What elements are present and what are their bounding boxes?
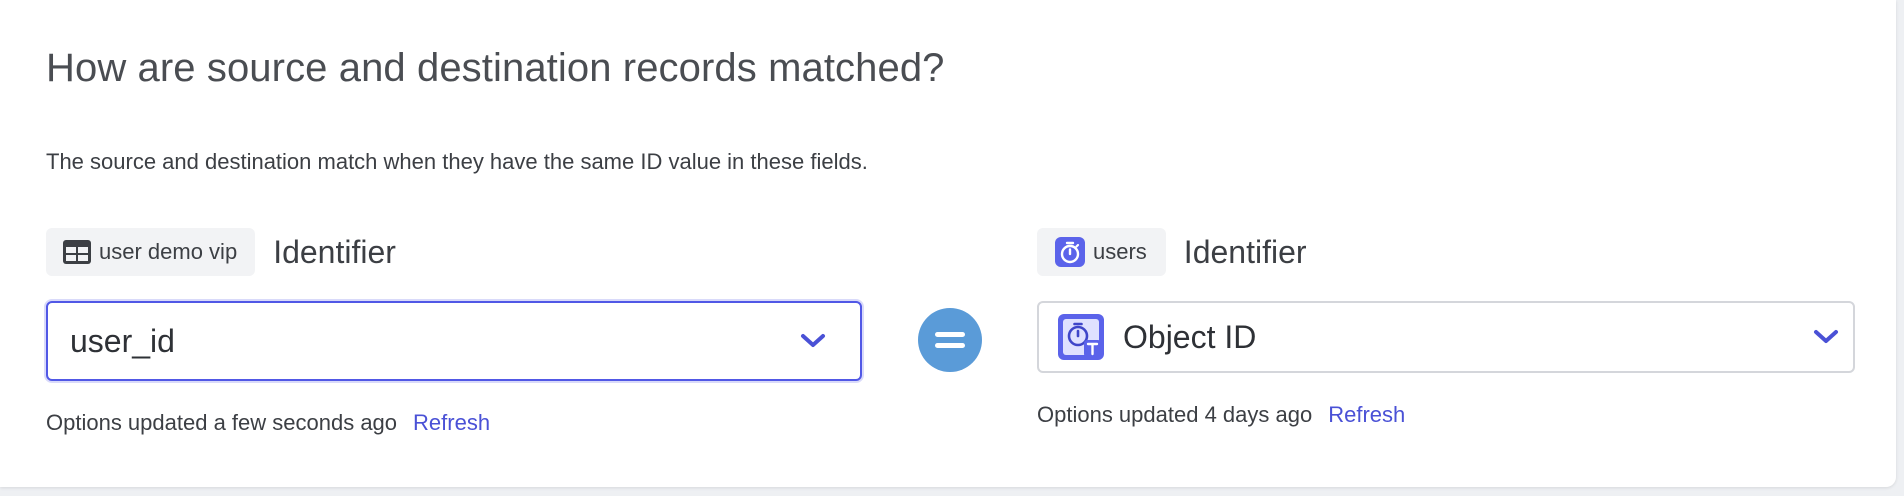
section-heading: How are source and destination records m… (46, 46, 945, 90)
source-model-chip: user demo vip (46, 228, 256, 276)
equals-icon (918, 308, 982, 372)
chevron-down-icon (800, 333, 826, 349)
table-icon (63, 240, 91, 264)
destination-object-chip: users (1037, 228, 1166, 276)
destination-label-row: users Identifier (1037, 228, 1855, 276)
section-description: The source and destination match when th… (46, 149, 868, 174)
destination-options-status: Options updated 4 days ago (1037, 402, 1313, 427)
object-id-field-icon (1057, 313, 1105, 361)
destination-object-name: users (1093, 239, 1147, 264)
source-label-row: user demo vip Identifier (46, 228, 862, 276)
destination-options-status-row: Options updated 4 days ago Refresh (1037, 402, 1405, 428)
source-identifier-select[interactable]: user_id (46, 301, 862, 381)
destination-identifier-select[interactable]: Object ID (1037, 301, 1855, 373)
source-refresh-link[interactable]: Refresh (413, 410, 490, 436)
destination-refresh-link[interactable]: Refresh (1328, 402, 1405, 428)
source-identifier-label: Identifier (273, 233, 396, 270)
destination-column: users Identifier Object ID Options updat… (1037, 228, 1855, 427)
source-options-status-row: Options updated a few seconds ago Refres… (46, 410, 490, 436)
destination-selected-value: Object ID (1123, 318, 1257, 355)
source-model-name: user demo vip (99, 239, 238, 264)
source-selected-value: user_id (70, 322, 175, 359)
chevron-down-icon (1813, 329, 1839, 345)
destination-identifier-label: Identifier (1183, 233, 1307, 270)
source-column: user demo vip Identifier user_id Options… (46, 228, 862, 435)
stopwatch-icon (1055, 237, 1085, 267)
match-settings-card: How are source and destination records m… (0, 0, 1896, 487)
source-options-status: Options updated a few seconds ago (46, 410, 398, 435)
